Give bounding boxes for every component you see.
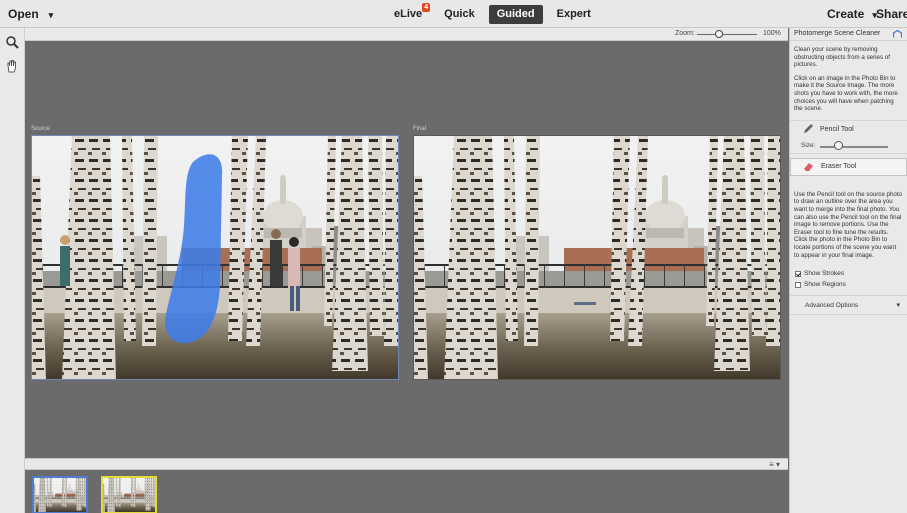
photo-thumbnail[interactable] [32,476,88,513]
open-menu-label: Open [8,7,39,21]
mode-expert-label: Expert [556,8,591,20]
photo-bin-bar: ≡ ▾ [25,458,788,470]
canvas-area: Zoom: 100% Source Final [25,28,788,458]
zoom-icon [6,36,19,49]
size-label: Size: [801,141,816,149]
zoom-value: 100% [763,30,781,37]
share-menu[interactable]: Share [876,7,907,21]
hand-icon [7,60,16,73]
mode-elive-label: eLive [394,8,423,20]
create-menu-label: Create [827,7,865,21]
guided-panel: Photomerge Scene Cleaner Clean your scen… [789,28,907,513]
hand-tool[interactable] [2,56,22,76]
mode-elive[interactable]: eLive 4 [386,3,431,24]
mode-quick[interactable]: Quick [436,5,483,24]
size-slider-handle[interactable] [834,140,843,150]
mode-quick-label: Quick [444,8,475,20]
panel-description: Click on an image in the Photo Bin to ma… [794,74,898,113]
final-label: Final [413,126,427,132]
panel-title: Photomerge Scene Cleaner [794,30,881,37]
photo-bin [25,470,788,513]
eraser-tool-label: Eraser Tool [821,163,857,171]
zoom-tool[interactable] [2,32,22,52]
panel-description: Clean your scene by removing obstructing… [794,46,890,69]
show-regions-checkbox[interactable]: Show Regions [790,279,907,290]
zoom-slider[interactable] [697,34,757,35]
zoom-slider-handle[interactable] [715,30,723,38]
source-label: Source [31,126,51,132]
pencil-tool-button[interactable]: Pencil Tool [790,119,907,138]
chevron-down-icon: ▾ [48,10,54,20]
checkbox-checked[interactable] [795,270,801,277]
bin-options-icon[interactable]: ≡ ▾ [769,460,780,469]
eraser-icon [804,162,813,171]
size-control: Size: [790,138,907,154]
size-slider[interactable] [820,145,888,148]
advanced-options-toggle[interactable]: Advanced Options ▾ [790,295,907,316]
chevron-down-icon: ▾ [896,302,900,310]
mode-guided[interactable]: Guided [488,5,543,24]
checkbox-unchecked[interactable] [795,281,801,288]
notification-badge: 4 [422,3,431,12]
top-menubar: Open ▾ eLive 4 Quick Guided Expert Create… [0,0,907,28]
show-strokes-checkbox[interactable]: Show Strokes [790,268,907,279]
photo-thumbnail-selected[interactable] [101,476,157,513]
panel-header: Photomerge Scene Cleaner [790,28,907,41]
create-menu[interactable]: Create ▾ [827,7,877,21]
mode-guided-label: Guided [496,8,535,20]
canvas-options-bar: Zoom: 100% [25,28,788,41]
person-figure [60,246,70,286]
zoom-label: Zoom: [675,30,695,37]
pencil-tool-label: Pencil Tool [820,125,854,133]
source-image[interactable] [31,135,399,380]
share-menu-label: Share [876,7,907,21]
tool-strip [0,28,25,513]
pencil-icon [804,124,813,134]
eraser-tool-button[interactable]: Eraser Tool [790,157,907,176]
show-regions-label: Show Regions [804,281,846,289]
panel-instructions: Use the Pencil tool on the source photo … [794,190,903,259]
mode-expert[interactable]: Expert [549,5,599,24]
mode-switcher: eLive 4 Quick Guided Expert [383,3,602,24]
home-icon[interactable] [893,30,902,38]
advanced-options-label: Advanced Options [805,302,859,310]
open-menu[interactable]: Open ▾ [8,7,53,21]
show-strokes-label: Show Strokes [804,270,845,278]
final-image[interactable] [413,135,781,380]
